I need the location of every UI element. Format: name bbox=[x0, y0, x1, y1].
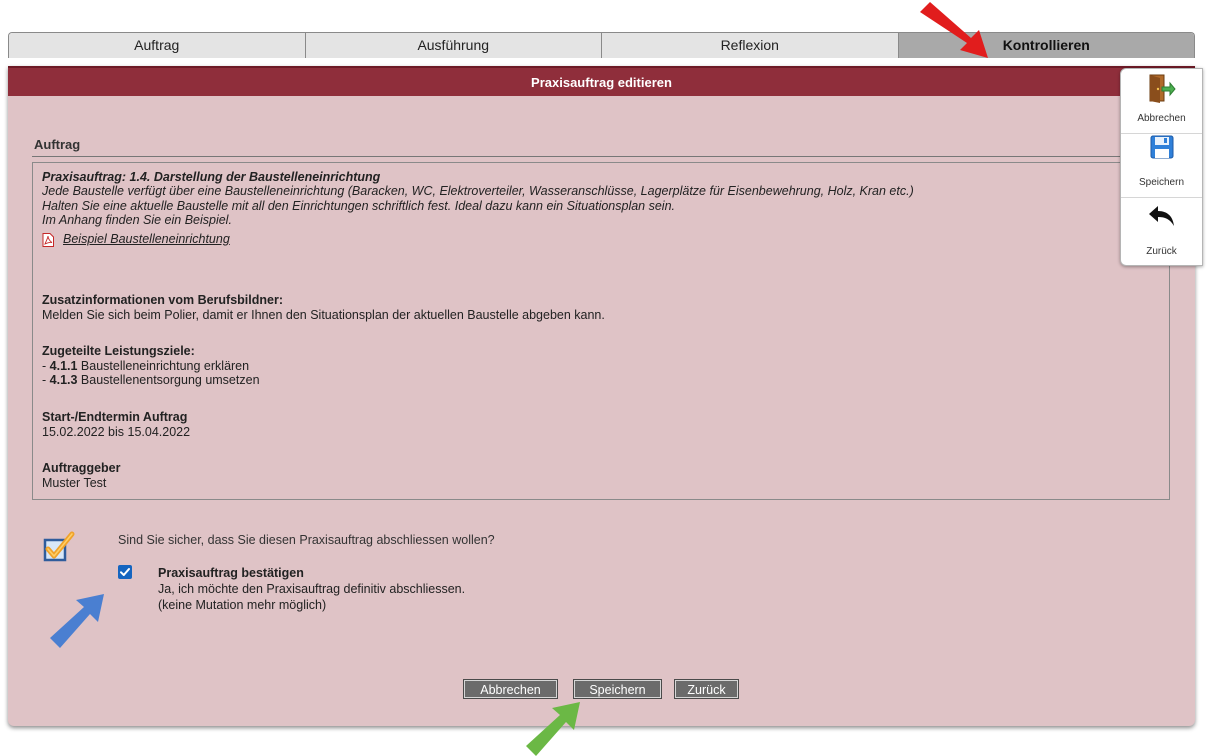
confirm-text: Ja, ich möchte den Praxisauftrag definit… bbox=[158, 582, 466, 596]
goal-code: 4.1.3 bbox=[49, 373, 78, 387]
order-desc-line-2: Halten Sie eine aktuelle Baustelle mit a… bbox=[42, 199, 676, 213]
goal-text: Baustellenentsorgung umsetzen bbox=[77, 373, 260, 387]
blue-annotation-arrow-icon bbox=[50, 594, 104, 648]
tab-ausfuehrung[interactable]: Ausführung bbox=[305, 33, 602, 58]
attachment-row: Beispiel Baustelleneinrichtung bbox=[42, 232, 230, 247]
side-cancel-label: Abbrechen bbox=[1137, 113, 1186, 124]
pdf-icon bbox=[42, 232, 54, 247]
save-button[interactable]: Speichern bbox=[573, 679, 662, 699]
side-back-label: Zurück bbox=[1146, 246, 1177, 257]
checkbox-check-icon bbox=[42, 531, 76, 563]
goal-item: - 4.1.3 Baustellenentsorgung umsetzen bbox=[42, 373, 260, 388]
goal-prefix: - bbox=[42, 373, 50, 387]
panel-title: Praxisauftrag editieren bbox=[8, 66, 1195, 96]
goal-text: Baustelleneinrichtung erklären bbox=[77, 359, 250, 373]
goal-prefix: - bbox=[42, 359, 50, 373]
client-label: Auftraggeber bbox=[42, 461, 121, 475]
confirm-question: Sind Sie sicher, dass Sie diesen Praxisa… bbox=[118, 533, 495, 547]
confirm-note: (keine Mutation mehr möglich) bbox=[158, 598, 327, 612]
tab-bar: Auftrag Ausführung Reflexion Kontrollier… bbox=[8, 32, 1195, 58]
side-save-label: Speichern bbox=[1138, 177, 1185, 188]
extra-info-text: Melden Sie sich beim Polier, damit er Ih… bbox=[42, 308, 605, 322]
side-cancel-button[interactable]: Abbrechen bbox=[1121, 69, 1202, 133]
goal-code: 4.1.1 bbox=[49, 359, 78, 373]
extra-info-label: Zusatzinformationen vom Berufsbildner: bbox=[42, 293, 283, 307]
tab-auftrag[interactable]: Auftrag bbox=[9, 33, 306, 58]
exit-door-icon bbox=[1149, 74, 1176, 103]
order-desc-line-3: Im Anhang finden Sie ein Beispiel. bbox=[42, 213, 232, 227]
side-action-panel: Abbrechen Speichern Zurück bbox=[1120, 68, 1203, 266]
goal-item: - 4.1.1 Baustelleneinrichtung erklären bbox=[42, 359, 249, 374]
client-value: Muster Test bbox=[42, 476, 107, 490]
back-arrow-icon bbox=[1149, 206, 1174, 226]
order-details: Praxisauftrag: 1.4. Darstellung der Baus… bbox=[32, 162, 1170, 500]
edit-panel: Praxisauftrag editieren Auftrag Praxisau… bbox=[8, 66, 1195, 726]
section-divider bbox=[32, 156, 1172, 157]
side-back-button[interactable]: Zurück bbox=[1121, 197, 1202, 261]
confirm-checkbox[interactable] bbox=[118, 565, 132, 579]
order-heading: Praxisauftrag: 1.4. Darstellung der Baus… bbox=[42, 170, 381, 184]
dates-label: Start-/Endtermin Auftrag bbox=[42, 410, 188, 424]
side-save-button[interactable]: Speichern bbox=[1121, 133, 1202, 197]
green-annotation-arrow-icon bbox=[526, 702, 580, 756]
section-title: Auftrag bbox=[34, 137, 81, 152]
back-button[interactable]: Zurück bbox=[674, 679, 739, 699]
floppy-disk-icon bbox=[1150, 135, 1174, 159]
tab-reflexion[interactable]: Reflexion bbox=[602, 33, 899, 58]
red-annotation-arrow-icon bbox=[920, 2, 988, 58]
attachment-link[interactable]: Beispiel Baustelleneinrichtung bbox=[63, 232, 230, 246]
dates-value: 15.02.2022 bis 15.04.2022 bbox=[42, 425, 191, 439]
goals-label: Zugeteilte Leistungsziele: bbox=[42, 344, 195, 358]
cancel-button[interactable]: Abbrechen bbox=[463, 679, 558, 699]
confirm-title: Praxisauftrag bestätigen bbox=[158, 566, 304, 580]
order-desc-line-1: Jede Baustelle verfügt über eine Baustel… bbox=[42, 184, 914, 198]
